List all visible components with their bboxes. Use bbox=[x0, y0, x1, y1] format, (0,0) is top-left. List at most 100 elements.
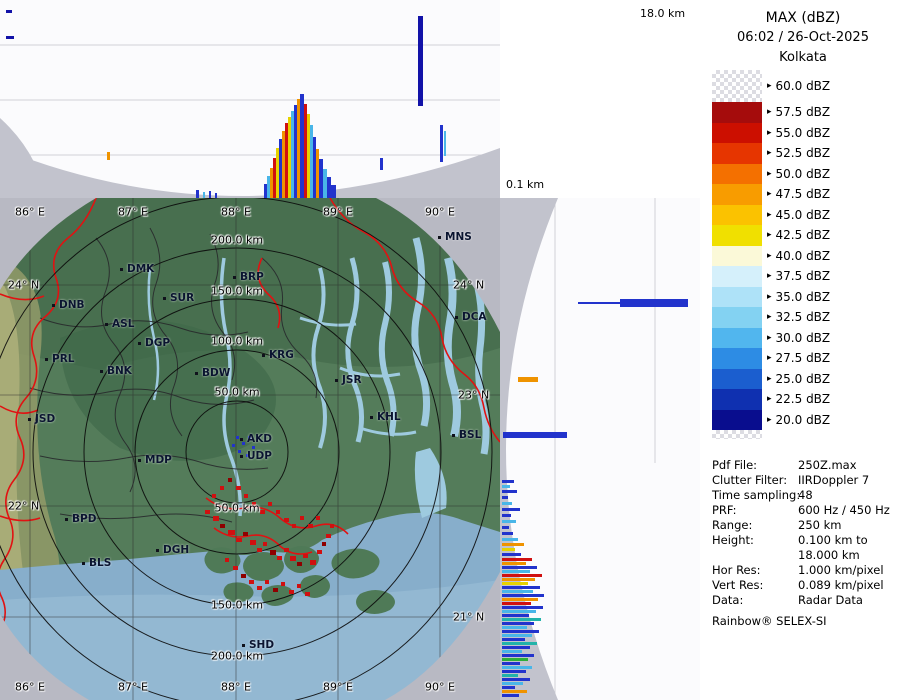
legend-entry: ▸52.5 dBZ bbox=[712, 143, 872, 164]
echo-bar bbox=[502, 490, 517, 493]
metadata-label: Hor Res: bbox=[712, 563, 798, 578]
legend-swatch bbox=[712, 246, 762, 267]
city-label: PRL bbox=[52, 353, 74, 365]
longitude-label: 89° E bbox=[323, 206, 353, 219]
city-dot-icon bbox=[163, 297, 166, 300]
city-marker-bnk: BNK bbox=[100, 365, 132, 377]
city-marker-bdw: BDW bbox=[195, 367, 230, 379]
city-marker-udp: UDP bbox=[240, 450, 272, 462]
longitude-label: 90° E bbox=[425, 681, 455, 694]
longitude-label: 86° E bbox=[15, 681, 45, 694]
echo-bar bbox=[209, 191, 211, 198]
triangle-marker-icon: ▸ bbox=[767, 312, 772, 322]
radar-map-panel[interactable]: 200.0 km150.0 km100.0 km50.0 km50.0 km15… bbox=[0, 198, 500, 700]
product-datetime: 06:02 / 26-Oct-2025 bbox=[700, 28, 906, 48]
triangle-marker-icon: ▸ bbox=[767, 374, 772, 384]
city-label: MDP bbox=[145, 454, 172, 466]
legend-label: ▸37.5 dBZ bbox=[762, 269, 830, 283]
echo-bar bbox=[331, 185, 336, 198]
city-marker-dgh: DGH bbox=[156, 544, 189, 556]
echo-bar bbox=[502, 562, 526, 565]
latitude-label: 22° N bbox=[8, 500, 39, 513]
city-dot-icon bbox=[242, 644, 245, 647]
metadata-list: Pdf File:250Z.maxClutter Filter:IIRDoppl… bbox=[712, 458, 900, 608]
city-marker-bls: BLS bbox=[82, 557, 111, 569]
echo-bar bbox=[502, 586, 540, 589]
metadata-value: 0.100 km to bbox=[798, 533, 900, 548]
city-dot-icon bbox=[455, 316, 458, 319]
latitude-label: 21° N bbox=[453, 611, 484, 624]
longitude-label: 88° E bbox=[221, 681, 251, 694]
metadata-row: 18.000 km bbox=[712, 548, 900, 563]
echo-bar bbox=[502, 622, 534, 625]
city-marker-mdp: MDP bbox=[138, 454, 172, 466]
city-dot-icon bbox=[82, 562, 85, 565]
legend-swatch bbox=[712, 184, 762, 205]
city-label: AKD bbox=[247, 433, 272, 445]
echo-bar bbox=[502, 626, 527, 629]
echo-bar bbox=[502, 690, 527, 693]
metadata-value: Radar Data bbox=[798, 593, 900, 608]
legend-swatch bbox=[712, 369, 762, 390]
city-label: KRG bbox=[269, 349, 294, 361]
legend-label: ▸20.0 dBZ bbox=[762, 413, 830, 427]
legend-label: ▸52.5 dBZ bbox=[762, 146, 830, 160]
legend-label: ▸25.0 dBZ bbox=[762, 372, 830, 386]
echo-bar bbox=[502, 574, 542, 577]
top-height-projection-panel bbox=[0, 0, 500, 198]
triangle-marker-icon: ▸ bbox=[767, 128, 772, 138]
echo-bar bbox=[502, 674, 518, 677]
legend-entry: ▸25.0 dBZ bbox=[712, 369, 872, 390]
right-panel-echoes bbox=[500, 198, 700, 700]
range-ring-label: 150.0 km bbox=[211, 285, 263, 298]
city-label: BPD bbox=[72, 513, 96, 525]
metadata-value: 250 km bbox=[798, 518, 900, 533]
legend-entry: ▸20.0 dBZ bbox=[712, 410, 872, 431]
city-dot-icon bbox=[120, 268, 123, 271]
city-label: DNB bbox=[59, 299, 85, 311]
echo-bar bbox=[502, 508, 520, 511]
city-marker-asl: ASL bbox=[105, 318, 134, 330]
city-dot-icon bbox=[233, 276, 236, 279]
city-label: DGP bbox=[145, 337, 170, 349]
echo-bar bbox=[502, 502, 512, 505]
city-dot-icon bbox=[240, 438, 243, 441]
legend-swatch bbox=[712, 287, 762, 308]
latitude-label: 24° N bbox=[8, 279, 39, 292]
city-dot-icon bbox=[262, 354, 265, 357]
triangle-marker-icon: ▸ bbox=[767, 210, 772, 220]
metadata-label: Range: bbox=[712, 518, 798, 533]
echo-bar bbox=[6, 10, 12, 13]
metadata-row: Vert Res:0.089 km/pixel bbox=[712, 578, 900, 593]
echo-bar bbox=[502, 538, 518, 541]
city-dot-icon bbox=[335, 379, 338, 382]
echo-bar bbox=[502, 578, 535, 581]
legend-label: ▸57.5 dBZ bbox=[762, 105, 830, 119]
echo-bar bbox=[418, 16, 423, 106]
range-ring-label: 50.0 km bbox=[214, 502, 259, 515]
range-ring-label: 150.0 km bbox=[211, 599, 263, 612]
legend-entry: ▸45.0 dBZ bbox=[712, 205, 872, 226]
echo-bar bbox=[502, 553, 521, 556]
city-marker-akd: AKD bbox=[240, 433, 272, 445]
echo-bar bbox=[502, 610, 536, 613]
city-dot-icon bbox=[370, 416, 373, 419]
longitude-label: 88° E bbox=[221, 206, 251, 219]
top-panel-echoes bbox=[0, 0, 500, 198]
legend-label: ▸50.0 dBZ bbox=[762, 167, 830, 181]
longitude-label: 87° E bbox=[118, 681, 148, 694]
legend-label: ▸22.5 dBZ bbox=[762, 392, 830, 406]
city-marker-jsr: JSR bbox=[335, 374, 362, 386]
range-ring-label: 200.0 km bbox=[211, 234, 263, 247]
city-dot-icon bbox=[452, 434, 455, 437]
city-dot-icon bbox=[240, 455, 243, 458]
echo-bar bbox=[6, 36, 14, 39]
triangle-marker-icon: ▸ bbox=[767, 81, 772, 91]
triangle-marker-icon: ▸ bbox=[767, 230, 772, 240]
echo-bar bbox=[380, 158, 383, 170]
height-scale-side-label: 0.1 km bbox=[506, 178, 544, 191]
echo-bar bbox=[196, 190, 199, 198]
echo-bar bbox=[502, 606, 543, 609]
metadata-label: Vert Res: bbox=[712, 578, 798, 593]
echo-bar bbox=[502, 634, 532, 637]
